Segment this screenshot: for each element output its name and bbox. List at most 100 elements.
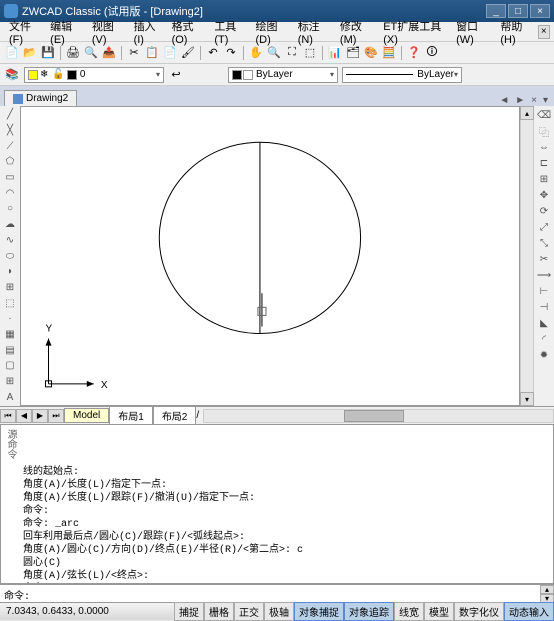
coordinate-display[interactable]: 7.0343, 0.6433, 0.0000 (0, 606, 130, 617)
scale-icon[interactable]: ⤢ (537, 220, 551, 234)
status-toggle-7[interactable]: 模型 (424, 602, 454, 621)
document-tab[interactable]: Drawing2 (4, 90, 77, 106)
status-toggle-4[interactable]: 对象捕捉 (294, 602, 344, 621)
open-icon[interactable]: 📂 (22, 45, 38, 61)
tab-prev-icon[interactable]: ◀ (16, 409, 32, 423)
line-icon[interactable]: ╱ (3, 108, 17, 122)
cut-icon[interactable]: ✂ (126, 45, 142, 61)
zoom-icon[interactable]: 🔍 (266, 45, 282, 61)
status-toggle-6[interactable]: 线宽 (394, 602, 424, 621)
new-icon[interactable]: 📄 (4, 45, 20, 61)
menu-tools[interactable]: 工具(T) (209, 16, 250, 48)
menu-draw[interactable]: 绘图(D) (250, 16, 292, 48)
publish-icon[interactable]: 📤 (101, 45, 117, 61)
gradient-icon[interactable]: ▤ (3, 343, 17, 357)
layout2-tab[interactable]: 布局2 (153, 406, 197, 425)
scroll-thumb[interactable] (344, 410, 404, 422)
pan-icon[interactable]: ✋ (248, 45, 264, 61)
ellipse-icon[interactable]: ⬭ (3, 249, 17, 263)
layer-manager-icon[interactable]: 📚 (4, 67, 20, 83)
move-icon[interactable]: ✥ (537, 188, 551, 202)
hatch-icon[interactable]: ▦ (3, 328, 17, 342)
zoom-previous-icon[interactable]: ⬚ (302, 45, 318, 61)
menu-file[interactable]: 文件(F) (4, 16, 45, 48)
menu-format[interactable]: 格式(O) (167, 16, 210, 48)
break-icon[interactable]: ⊢ (537, 284, 551, 298)
menu-edit[interactable]: 编辑(E) (45, 16, 87, 48)
match-properties-icon[interactable]: 🖌 (180, 45, 196, 61)
layer-dropdown[interactable]: ❄ 🔓 0 ▾ (24, 67, 164, 83)
trim-icon[interactable]: ✂ (537, 252, 551, 266)
extend-icon[interactable]: ⟶ (537, 268, 551, 282)
status-toggle-1[interactable]: 栅格 (204, 602, 234, 621)
mirror-icon[interactable]: ⇔ (537, 140, 551, 154)
rectangle-icon[interactable]: ▭ (3, 171, 17, 185)
tab-last-icon[interactable]: ⏭ (48, 409, 64, 423)
layer-previous-icon[interactable]: ↩ (168, 67, 184, 83)
copy-object-icon[interactable]: ⿻ (537, 124, 551, 138)
tab-nav-right-icon[interactable]: ► (513, 95, 527, 106)
help-icon[interactable]: ❓ (406, 45, 422, 61)
spline-icon[interactable]: ∿ (3, 234, 17, 248)
cmd-scroll-up-icon[interactable]: ▴ (540, 585, 554, 594)
revcloud-icon[interactable]: ☁ (3, 218, 17, 232)
command-history[interactable]: 源命令 线的起始点:角度(A)/长度(L)/指定下一点:角度(A)/长度(L)/… (0, 424, 554, 584)
print-icon[interactable]: 🖨 (65, 45, 81, 61)
horizontal-scrollbar[interactable] (203, 409, 554, 423)
status-toggle-5[interactable]: 对象追踪 (344, 602, 394, 621)
table-icon[interactable]: ⊞ (3, 375, 17, 389)
circle-icon[interactable]: ○ (3, 202, 17, 216)
erase-icon[interactable]: ⌫ (537, 108, 551, 122)
point-icon[interactable]: · (3, 312, 17, 326)
scroll-up-icon[interactable]: ▴ (520, 106, 534, 120)
tab-nav-left-icon[interactable]: ◄ (497, 95, 511, 106)
menu-dimension[interactable]: 标注(N) (293, 16, 335, 48)
tab-dropdown-icon[interactable]: ▾ (541, 95, 550, 106)
status-toggle-8[interactable]: 数字化仪 (454, 602, 504, 621)
redo-icon[interactable]: ↷ (223, 45, 239, 61)
scroll-track[interactable] (520, 120, 534, 392)
copy-icon[interactable]: 📋 (144, 45, 160, 61)
status-toggle-3[interactable]: 极轴 (264, 602, 294, 621)
linetype-dropdown[interactable]: ByLayer ▾ (342, 67, 462, 83)
rotate-icon[interactable]: ⟳ (537, 204, 551, 218)
arc-icon[interactable]: ◠ (3, 186, 17, 200)
save-icon[interactable]: 💾 (40, 45, 56, 61)
about-icon[interactable]: 🛈 (424, 45, 440, 61)
menubar-close-button[interactable]: × (538, 25, 550, 39)
chamfer-icon[interactable]: ◣ (537, 316, 551, 330)
tab-next-icon[interactable]: ▶ (32, 409, 48, 423)
region-icon[interactable]: ▢ (3, 359, 17, 373)
drawing-canvas[interactable]: X Y (20, 106, 520, 406)
menu-window[interactable]: 窗口(W) (451, 16, 495, 48)
scroll-down-icon[interactable]: ▾ (520, 392, 534, 406)
status-toggle-2[interactable]: 正交 (234, 602, 264, 621)
menu-view[interactable]: 视图(V) (87, 16, 129, 48)
explode-icon[interactable]: ✹ (537, 348, 551, 362)
fillet-icon[interactable]: ◜ (537, 332, 551, 346)
polyline-icon[interactable]: ⟋ (3, 139, 17, 153)
make-block-icon[interactable]: ⬚ (3, 296, 17, 310)
design-center-icon[interactable]: 🗂 (345, 45, 361, 61)
tool-palettes-icon[interactable]: 🎨 (363, 45, 379, 61)
status-toggle-9[interactable]: 动态输入 (504, 602, 554, 621)
properties-icon[interactable]: 📊 (327, 45, 343, 61)
mtext-icon[interactable]: A (3, 390, 17, 404)
color-dropdown[interactable]: ByLayer ▾ (228, 67, 338, 83)
menu-insert[interactable]: 插入(I) (129, 16, 167, 48)
print-preview-icon[interactable]: 🔍 (83, 45, 99, 61)
menu-help[interactable]: 帮助(H) (495, 16, 537, 48)
tab-close-icon[interactable]: × (529, 95, 539, 106)
tab-first-icon[interactable]: ⏮ (0, 409, 16, 423)
join-icon[interactable]: ⊣ (537, 300, 551, 314)
paste-icon[interactable]: 📄 (162, 45, 178, 61)
model-tab[interactable]: Model (64, 408, 109, 423)
vertical-scrollbar[interactable]: ▴ ▾ (520, 106, 534, 406)
menu-et-tools[interactable]: ET扩展工具(X) (378, 16, 451, 48)
stretch-icon[interactable]: ⤡ (537, 236, 551, 250)
offset-icon[interactable]: ⊏ (537, 156, 551, 170)
command-line[interactable]: 命令: (0, 585, 540, 602)
construction-line-icon[interactable]: ╳ (3, 124, 17, 138)
layout1-tab[interactable]: 布局1 (109, 406, 153, 425)
menu-modify[interactable]: 修改(M) (335, 16, 378, 48)
